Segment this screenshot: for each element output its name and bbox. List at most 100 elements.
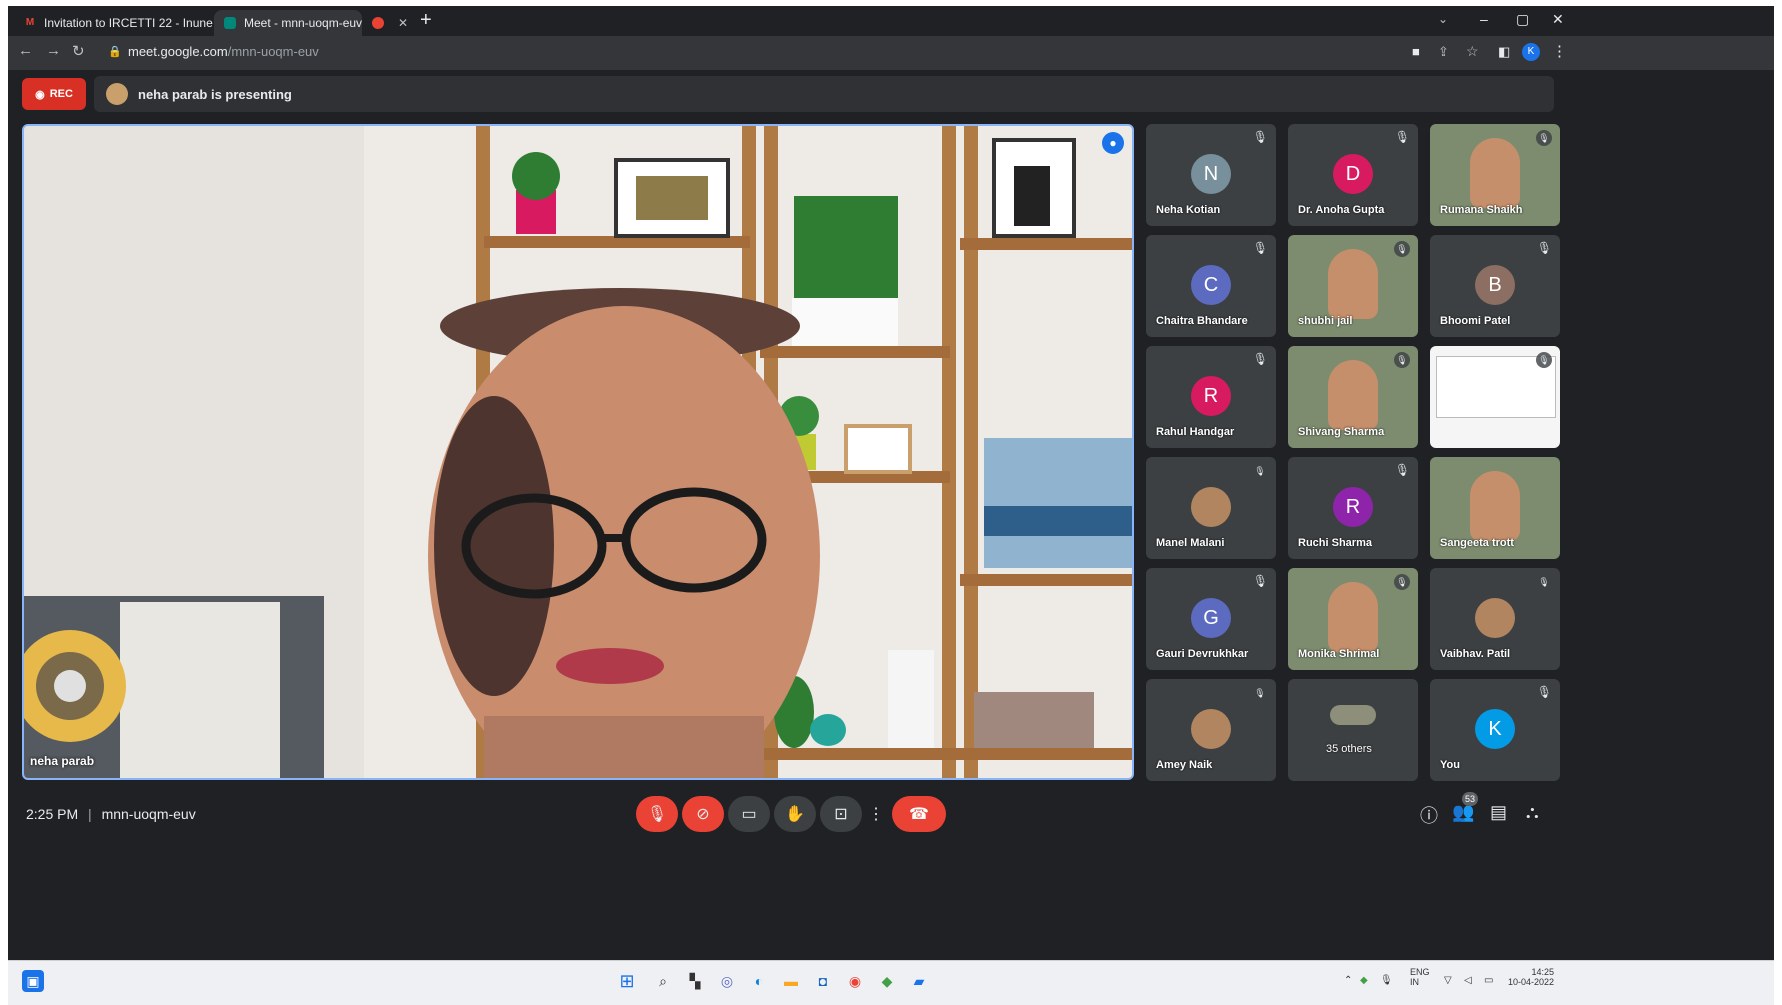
clock[interactable]: 14:25 10-04-2022 bbox=[1508, 967, 1554, 987]
participant-name: Monika Shrimal bbox=[1298, 648, 1380, 660]
present-button[interactable]: ⊡ bbox=[820, 796, 862, 832]
language-indicator[interactable]: ENG IN bbox=[1410, 967, 1430, 987]
muted-mic-icon: 🎙 bbox=[1536, 352, 1552, 368]
tray-mic-icon[interactable]: 🎙 bbox=[1380, 975, 1393, 986]
share-icon[interactable]: ⇪ bbox=[1438, 44, 1449, 60]
participant-tile[interactable]: B 🎙 Bhoomi Patel bbox=[1430, 235, 1560, 337]
participant-tile[interactable]: 35 others bbox=[1288, 679, 1418, 781]
participant-tile[interactable]: R 🎙 Ruchi Sharma bbox=[1288, 457, 1418, 559]
raise-hand-button[interactable]: ✋ bbox=[774, 796, 816, 832]
participant-tile[interactable]: 🎙 shubhi jail bbox=[1288, 235, 1418, 337]
camera-off-icon: ⊘ bbox=[696, 806, 710, 823]
camera-off-button[interactable]: ⊘ bbox=[682, 796, 724, 832]
meet-window: ◉ REC neha parab is presenting ⦁ neha pa… bbox=[8, 70, 1774, 960]
tab-gmail[interactable]: M Invitation to IRCETTI 22 - Inune ✕ bbox=[14, 10, 214, 36]
captions-icon: ▭ bbox=[741, 806, 757, 823]
tab-meet[interactable]: Meet - mnn-uoqm-euv bbox=[214, 10, 362, 36]
bookmark-star-icon[interactable]: ☆ bbox=[1466, 43, 1479, 60]
tray-chevron-icon[interactable]: ⌃ bbox=[1344, 975, 1352, 986]
participant-initial-avatar: G bbox=[1191, 598, 1231, 638]
muted-mic-icon: 🎙 bbox=[1252, 574, 1268, 588]
participant-avatar bbox=[1191, 487, 1231, 527]
meet-app-icon[interactable]: ▰ bbox=[908, 970, 930, 992]
volume-icon[interactable]: ◁ bbox=[1464, 975, 1472, 986]
close-window-button[interactable]: ✕ bbox=[1552, 11, 1564, 28]
participant-tile[interactable]: G 🎙 Gauri Devrukhkar bbox=[1146, 568, 1276, 670]
participant-tile[interactable]: 🎙 Monika Shrimal bbox=[1288, 568, 1418, 670]
tab-search-icon[interactable]: ⌄ bbox=[1438, 12, 1448, 26]
widgets-icon[interactable]: ▣ bbox=[22, 970, 44, 992]
camera-indicator-icon[interactable]: ■ bbox=[1412, 44, 1420, 59]
windows-start-icon[interactable]: ⊞ bbox=[616, 970, 638, 992]
browser-menu-icon[interactable]: ⋮ bbox=[1552, 42, 1567, 60]
participant-tile[interactable]: K 🎙 You bbox=[1430, 679, 1560, 781]
tray-app-icon[interactable]: ◆ bbox=[1360, 975, 1368, 986]
participant-tile[interactable]: C 🎙 Chaitra Bhandare bbox=[1146, 235, 1276, 337]
participant-tile[interactable]: N 🎙 Neha Kotian bbox=[1146, 124, 1276, 226]
gmail-icon: M bbox=[25, 17, 35, 28]
participant-name: Vaibhav. Patil bbox=[1440, 648, 1511, 660]
muted-mic-icon: 🎙 bbox=[1252, 130, 1268, 144]
close-tab-icon[interactable]: ✕ bbox=[392, 16, 408, 30]
store-icon[interactable]: ◘ bbox=[812, 970, 834, 992]
muted-mic-icon: 🎙 bbox=[1536, 241, 1552, 255]
reload-icon[interactable]: ↻ bbox=[72, 42, 85, 60]
speaking-indicator-icon: ⦁ bbox=[1102, 132, 1124, 154]
muted-mic-icon: 🎙 bbox=[1394, 352, 1410, 368]
participant-name: Chaitra Bhandare bbox=[1156, 315, 1248, 327]
battery-icon[interactable]: ▭ bbox=[1484, 975, 1493, 986]
file-explorer-icon[interactable]: ▬ bbox=[780, 970, 802, 992]
recording-badge[interactable]: ◉ REC bbox=[22, 78, 86, 110]
participant-tile[interactable]: 🎙 Rumana Shaikh bbox=[1430, 124, 1560, 226]
app-icon[interactable]: ◆ bbox=[876, 970, 898, 992]
chat-app-icon[interactable]: ◎ bbox=[716, 970, 738, 992]
captions-button[interactable]: ▭ bbox=[728, 796, 770, 832]
chrome-icon[interactable]: ◉ bbox=[844, 970, 866, 992]
forward-arrow-icon[interactable]: → bbox=[46, 42, 61, 59]
participant-initial-avatar: K bbox=[1475, 709, 1515, 749]
new-tab-button[interactable]: + bbox=[420, 9, 432, 32]
back-arrow-icon[interactable]: ← bbox=[18, 42, 33, 59]
tab-recording[interactable]: ✕ bbox=[362, 10, 418, 36]
participant-tile[interactable]: R 🎙 Rahul Handgar bbox=[1146, 346, 1276, 448]
participant-name: Rumana Shaikh bbox=[1440, 204, 1523, 216]
participant-tile[interactable]: 🎙 bbox=[1430, 346, 1560, 448]
side-panel-icon[interactable]: ◧ bbox=[1498, 44, 1510, 60]
participant-name: Manel Malani bbox=[1156, 537, 1225, 549]
participant-tile[interactable]: 🎙 Shivang Sharma bbox=[1288, 346, 1418, 448]
muted-mic-icon: 🎙 bbox=[1252, 463, 1268, 479]
participant-name: Bhoomi Patel bbox=[1440, 315, 1511, 327]
leave-call-button[interactable]: ☎ bbox=[892, 796, 946, 832]
url-field[interactable]: meet.google.com/mnn-uoqm-euv bbox=[128, 44, 319, 59]
maximize-button[interactable]: ▢ bbox=[1516, 11, 1529, 28]
region-label: IN bbox=[1410, 977, 1419, 987]
wifi-icon[interactable]: ▽ bbox=[1444, 975, 1452, 986]
participant-tile[interactable]: D 🎙 Dr. Anoha Gupta bbox=[1288, 124, 1418, 226]
more-options-button[interactable]: ⋮ bbox=[866, 796, 886, 832]
participant-initial-avatar: C bbox=[1191, 265, 1231, 305]
mic-off-button[interactable]: 🎙 bbox=[636, 796, 678, 832]
participant-video bbox=[1470, 471, 1520, 541]
clock-time: 14:25 bbox=[1531, 967, 1555, 977]
task-view-icon[interactable]: ▚ bbox=[684, 970, 706, 992]
minimize-button[interactable]: – bbox=[1480, 11, 1488, 27]
participant-tile[interactable]: 🎙 Amey Naik bbox=[1146, 679, 1276, 781]
tab-label: Meet - mnn-uoqm-euv bbox=[244, 16, 362, 30]
participant-tile[interactable]: Sangeeta trott bbox=[1430, 457, 1560, 559]
main-speaker-video[interactable]: ⦁ neha parab bbox=[22, 124, 1134, 780]
participant-name: Sangeeta trott bbox=[1440, 537, 1514, 549]
participant-tile[interactable]: 🎙 Vaibhav. Patil bbox=[1430, 568, 1560, 670]
edge-browser-icon[interactable]: ◐ bbox=[748, 970, 770, 992]
profile-avatar[interactable]: K bbox=[1522, 43, 1540, 61]
participant-tile[interactable]: 🎙 Manel Malani bbox=[1146, 457, 1276, 559]
search-icon[interactable]: ⌕ bbox=[652, 970, 674, 992]
muted-mic-icon: 🎙 bbox=[1536, 574, 1552, 590]
meeting-details-icon[interactable]: ⓘ bbox=[1420, 802, 1438, 828]
chat-icon[interactable]: ▤ bbox=[1490, 802, 1507, 823]
presenting-banner: neha parab is presenting bbox=[94, 76, 1554, 112]
clock-date: 10-04-2022 bbox=[1508, 977, 1555, 987]
muted-mic-icon: 🎙 bbox=[1394, 241, 1410, 257]
people-count-badge: 53 bbox=[1462, 792, 1478, 806]
activities-icon[interactable]: ⛬ bbox=[1526, 802, 1539, 823]
lock-icon: 🔒 bbox=[108, 46, 122, 58]
